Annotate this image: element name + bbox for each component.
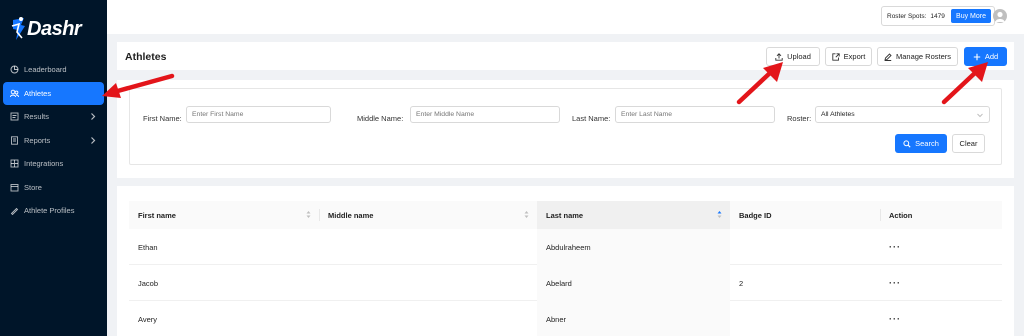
export-icon: [832, 52, 840, 61]
manage-rosters-label: Manage Rosters: [895, 52, 952, 61]
athletes-table: First name Middle name Last name Badge I…: [117, 186, 1014, 336]
sidebar-item-label: Store: [24, 182, 42, 192]
runner-logo-icon: [10, 16, 26, 42]
search-icon: [903, 139, 911, 148]
sidebar-nav: Leaderboard Athletes Results Reports Int…: [0, 58, 107, 223]
buy-more-button[interactable]: Buy More: [951, 9, 991, 23]
manage-rosters-button[interactable]: Manage Rosters: [877, 47, 958, 66]
table-row: Jacob Abelard 2 ···: [129, 265, 1002, 301]
cell-first-name: Avery: [138, 314, 158, 324]
page-header: Athletes Upload Export Manage Rosters Ad…: [117, 42, 1014, 70]
athlete-profiles-icon: [10, 206, 19, 216]
sidebar-item-athletes[interactable]: Athletes: [3, 81, 104, 105]
row-actions-menu-icon[interactable]: ···: [880, 229, 901, 265]
sidebar-item-athlete-profiles[interactable]: Athlete Profiles: [0, 199, 107, 223]
upload-label: Upload: [787, 52, 811, 61]
sidebar-item-label: Athletes: [24, 88, 52, 98]
cell-last-name: Abner: [537, 301, 730, 336]
table-row: Avery Abner ···: [129, 301, 1002, 336]
sidebar-item-label: Reports: [24, 135, 51, 145]
cell-middle-name: [319, 301, 328, 336]
sidebar: Dashr Leaderboard Athletes Results Repor…: [0, 0, 107, 336]
sidebar-item-leaderboard[interactable]: Leaderboard: [0, 58, 107, 82]
filter-panel: First Name: Middle Name: Last Name: Rost…: [117, 80, 1014, 178]
sidebar-item-integrations[interactable]: Integrations: [0, 152, 107, 176]
table-header: First name Middle name Last name Badge I…: [129, 201, 1002, 229]
column-header-badge-id: Badge ID: [739, 210, 772, 220]
upload-button[interactable]: Upload: [766, 47, 820, 66]
sidebar-item-label: Athlete Profiles: [24, 206, 75, 216]
row-actions-menu-icon[interactable]: ···: [880, 301, 901, 336]
search-label: Search: [915, 139, 939, 148]
add-label: Add: [984, 52, 999, 61]
top-bar: Roster Spots: 1479 Buy More: [107, 0, 1024, 34]
chevron-right-icon: [89, 136, 97, 145]
sort-ascending-icon: [717, 210, 722, 221]
column-header-action: Action: [889, 210, 913, 220]
sidebar-item-results[interactable]: Results: [0, 105, 107, 129]
roster-select[interactable]: All Athletes: [815, 106, 990, 123]
first-name-label: First Name:: [143, 114, 182, 123]
sidebar-item-label: Leaderboard: [24, 65, 67, 75]
first-name-input[interactable]: [186, 106, 331, 123]
edit-icon: [884, 52, 892, 61]
roster-spots-widget: Roster Spots: 1479 Buy More: [881, 6, 995, 26]
user-avatar-icon[interactable]: [993, 9, 1007, 23]
filter-form: First Name: Middle Name: Last Name: Rost…: [129, 88, 1002, 165]
cell-first-name: Jacob: [138, 278, 159, 288]
add-athlete-button[interactable]: Add: [964, 47, 1007, 66]
roster-select-value: All Athletes: [821, 111, 855, 118]
cell-badge-id: 2: [739, 278, 744, 288]
cell-first-name: Ethan: [138, 242, 158, 252]
last-name-input[interactable]: [615, 106, 775, 123]
page-title: Athletes: [125, 51, 167, 63]
app-name: Dashr: [27, 17, 82, 40]
chevron-right-icon: [89, 112, 97, 121]
sidebar-item-label: Integrations: [24, 159, 64, 169]
sidebar-item-label: Results: [24, 112, 50, 122]
sidebar-item-reports[interactable]: Reports: [0, 129, 107, 153]
cell-badge-id: [730, 229, 739, 265]
sidebar-item-store[interactable]: Store: [0, 176, 107, 200]
cell-last-name: Abelard: [537, 265, 730, 301]
plus-icon: [973, 53, 981, 60]
middle-name-input[interactable]: [410, 106, 560, 123]
upload-icon: [775, 52, 783, 61]
middle-name-label: Middle Name:: [357, 114, 404, 123]
sort-icon: [524, 210, 529, 221]
cell-middle-name: [319, 265, 328, 301]
column-header-middle-name[interactable]: Middle name: [319, 201, 537, 229]
store-icon: [10, 183, 19, 192]
roster-label: Roster:: [787, 114, 812, 123]
dashr-logo[interactable]: Dashr: [10, 14, 100, 44]
table-row: Ethan Abdulraheem ···: [129, 229, 1002, 265]
results-icon: [10, 112, 19, 121]
row-actions-menu-icon[interactable]: ···: [880, 265, 901, 301]
cell-middle-name: [319, 229, 328, 265]
export-label: Export: [843, 52, 866, 61]
roster-spots-label: Roster Spots:: [887, 12, 927, 20]
search-button[interactable]: Search: [895, 134, 947, 153]
cell-last-name: Abdulraheem: [537, 229, 730, 265]
clear-button[interactable]: Clear: [952, 134, 985, 153]
sort-icon: [306, 210, 311, 221]
column-header-last-name[interactable]: Last name: [537, 201, 730, 229]
roster-spots-count: 1479: [930, 12, 945, 20]
last-name-label: Last Name:: [572, 114, 611, 123]
integrations-icon: [10, 159, 19, 168]
export-button[interactable]: Export: [825, 47, 872, 66]
cell-badge-id: [730, 301, 739, 336]
chevron-down-icon: [976, 111, 984, 121]
leaderboard-icon: [10, 65, 19, 74]
column-header-first-name[interactable]: First name: [129, 201, 319, 229]
reports-icon: [10, 136, 19, 145]
athletes-icon: [10, 89, 19, 98]
